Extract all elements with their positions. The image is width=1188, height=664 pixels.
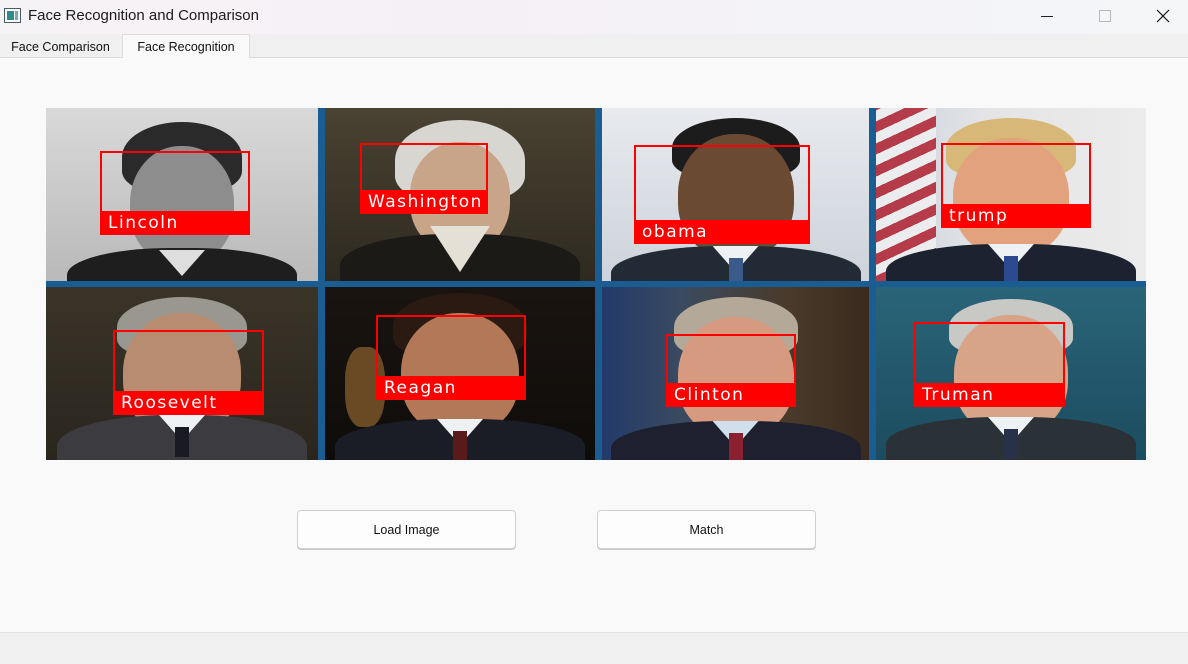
app-icon bbox=[4, 8, 21, 23]
face-name-label: Truman bbox=[914, 383, 1065, 407]
recognition-image: Lincoln Washington obama trump Roosevelt… bbox=[46, 108, 1146, 460]
tab-face-recognition[interactable]: Face Recognition bbox=[122, 34, 250, 59]
face-name-label: trump bbox=[941, 204, 1091, 228]
tab-bar: Face Comparison Face Recognition bbox=[0, 34, 1188, 59]
face-name-label: Roosevelt bbox=[113, 391, 264, 415]
load-image-button[interactable]: Load Image bbox=[297, 510, 516, 549]
match-button[interactable]: Match bbox=[597, 510, 816, 549]
face-name-label: Washington bbox=[360, 190, 488, 214]
close-icon bbox=[1156, 9, 1170, 23]
face-name-label: Lincoln bbox=[100, 211, 250, 235]
face-name-label: obama bbox=[634, 220, 810, 244]
maximize-button[interactable] bbox=[1076, 0, 1134, 32]
maximize-icon bbox=[1099, 10, 1111, 22]
status-bar bbox=[0, 632, 1188, 664]
title-bar: Face Recognition and Comparison bbox=[0, 0, 1188, 34]
window-title: Face Recognition and Comparison bbox=[28, 7, 259, 24]
tab-face-comparison[interactable]: Face Comparison bbox=[0, 35, 121, 59]
face-name-label: Clinton bbox=[666, 383, 796, 407]
minimize-icon bbox=[1041, 15, 1053, 17]
face-name-label: Reagan bbox=[376, 376, 526, 400]
close-button[interactable] bbox=[1134, 0, 1188, 32]
minimize-button[interactable] bbox=[1018, 0, 1076, 32]
